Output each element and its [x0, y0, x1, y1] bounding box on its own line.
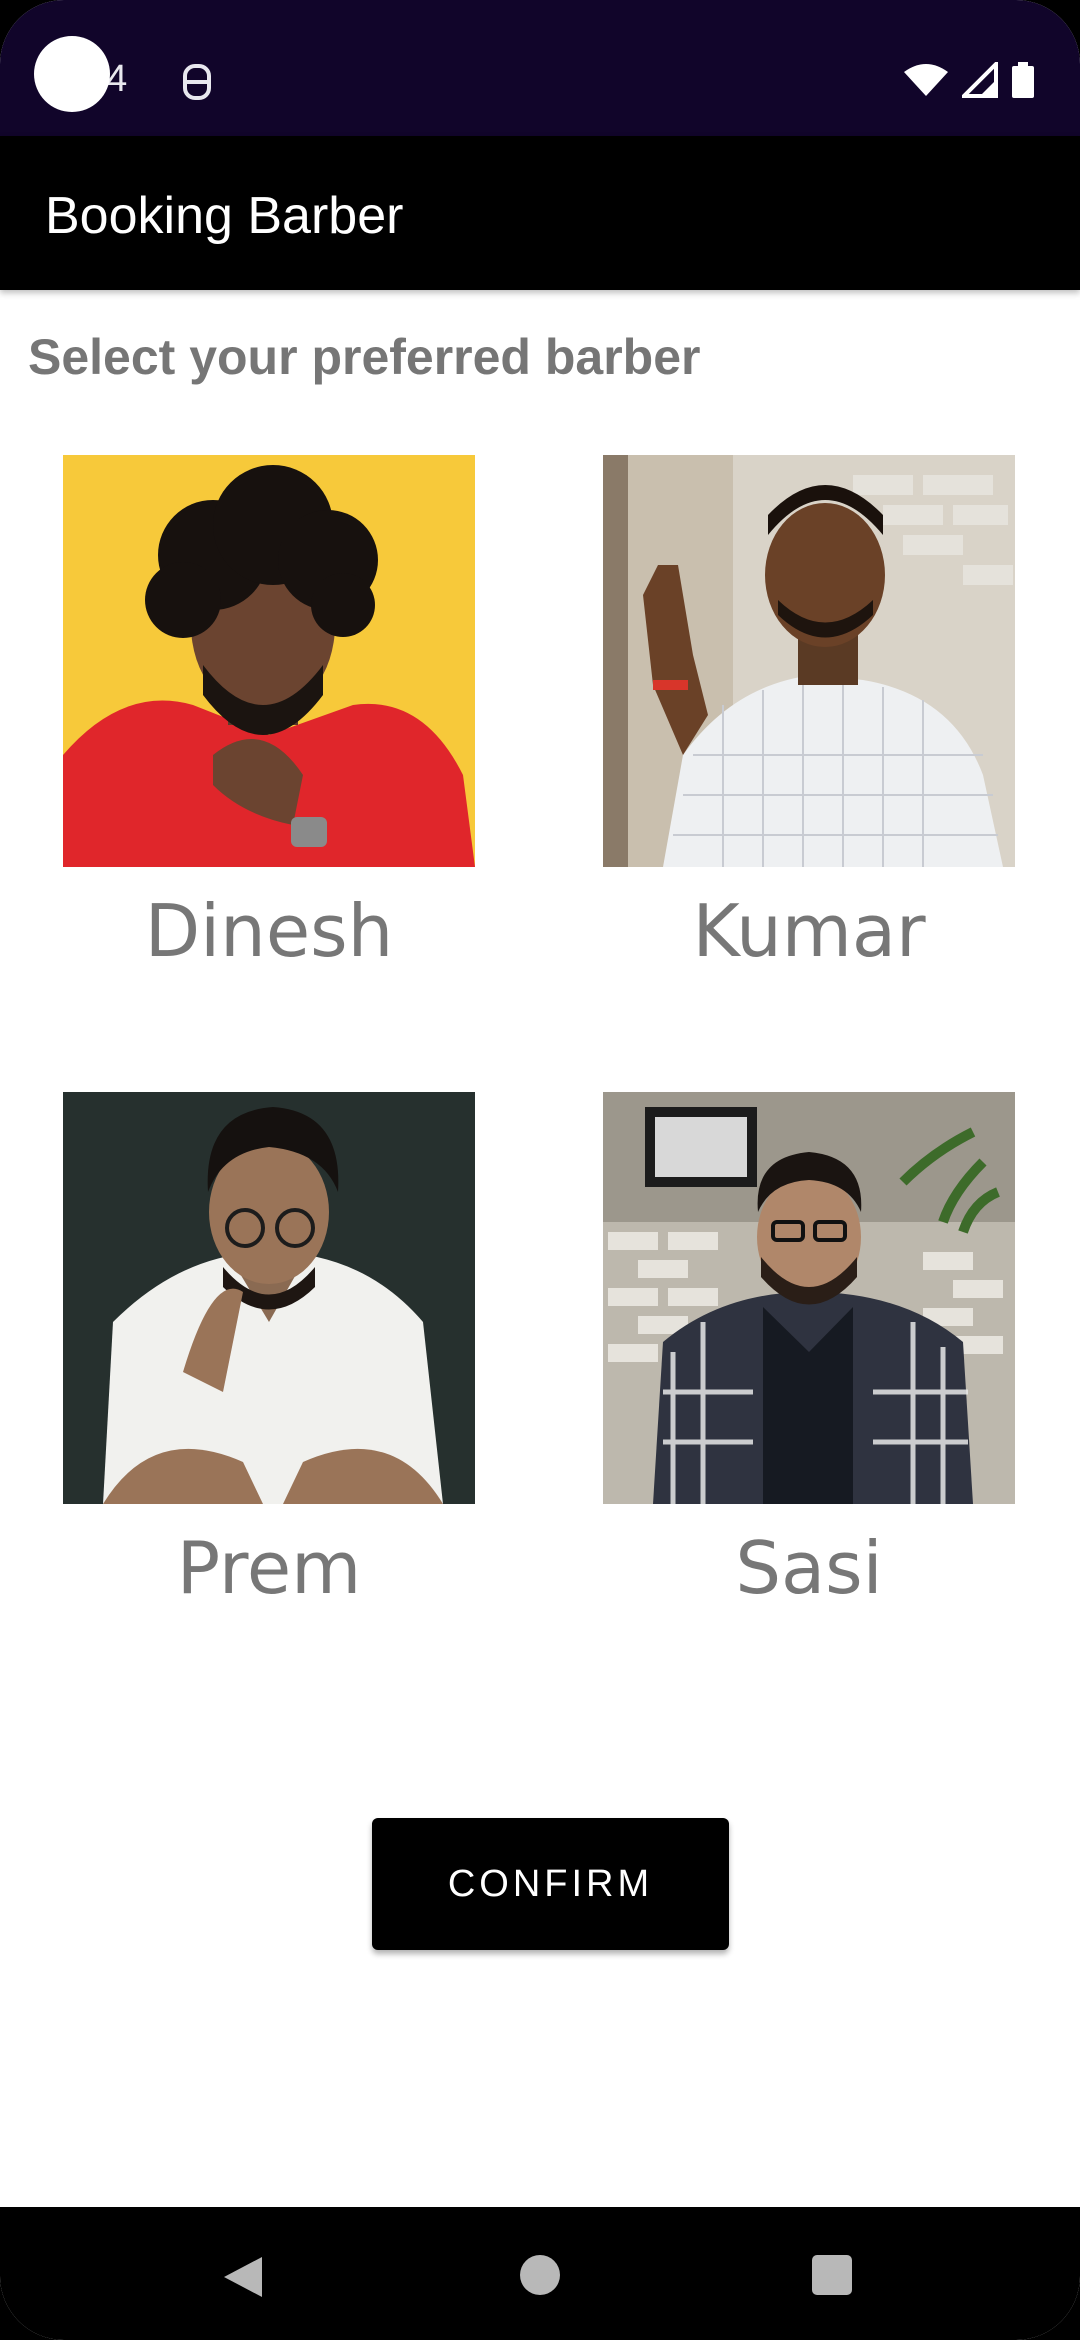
- wifi-icon: [904, 62, 948, 103]
- barber-name: Prem: [176, 1526, 362, 1610]
- back-icon[interactable]: [222, 2255, 264, 2304]
- barber-card-prem[interactable]: Prem: [63, 1092, 475, 1610]
- barber-photo-kumar[interactable]: [603, 455, 1015, 867]
- barber-photo-dinesh[interactable]: [63, 455, 475, 867]
- camera-cutout: [34, 36, 110, 112]
- notification-icon: [182, 62, 212, 107]
- home-icon[interactable]: [520, 2255, 560, 2295]
- barber-card-sasi[interactable]: Sasi: [603, 1092, 1015, 1610]
- page-subtitle: Select your preferred barber: [28, 329, 701, 385]
- status-icons: [904, 59, 1034, 103]
- app-bar: Booking Barber: [0, 136, 1080, 290]
- cell-signal-icon: [959, 59, 998, 103]
- recents-icon[interactable]: [812, 2255, 852, 2295]
- status-bar: 14: [0, 0, 1080, 136]
- app-title: Booking Barber: [45, 187, 404, 245]
- screen: 14 Booking Barber Select your preferred …: [0, 0, 1080, 2340]
- barber-name: Dinesh: [144, 889, 394, 973]
- barber-name: Sasi: [735, 1526, 883, 1610]
- barber-photo-sasi[interactable]: [603, 1092, 1015, 1504]
- navigation-bar: [0, 2207, 1080, 2340]
- barber-card-dinesh[interactable]: Dinesh: [63, 455, 475, 973]
- barber-card-kumar[interactable]: Kumar: [603, 455, 1015, 973]
- barber-photo-prem[interactable]: [63, 1092, 475, 1504]
- barber-name: Kumar: [692, 889, 926, 973]
- confirm-button[interactable]: CONFIRM: [372, 1818, 729, 1950]
- battery-icon: [1012, 62, 1034, 103]
